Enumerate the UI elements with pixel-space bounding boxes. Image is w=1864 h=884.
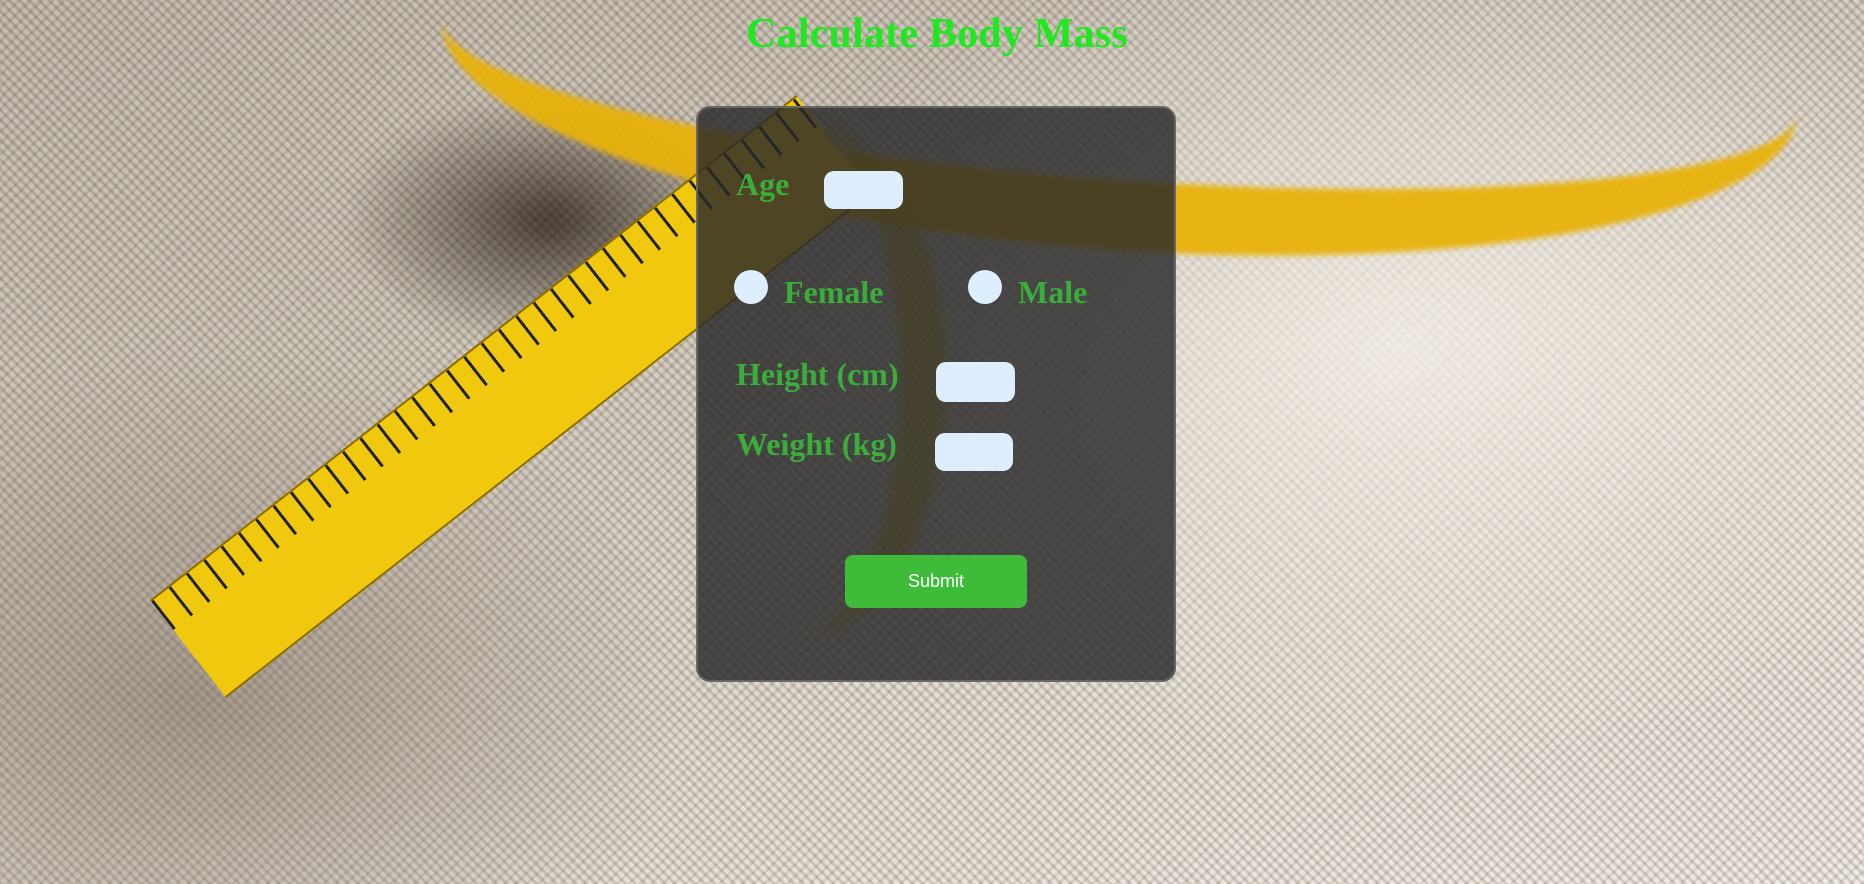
female-label: Female — [784, 274, 884, 310]
height-label: Height (cm) — [736, 356, 899, 392]
male-label: Male — [1018, 274, 1088, 310]
height-input[interactable] — [936, 362, 1015, 402]
weight-label: Weight (kg) — [736, 426, 897, 462]
submit-button[interactable]: Submit — [845, 555, 1027, 608]
male-radio[interactable] — [968, 270, 1002, 304]
age-label: Age — [736, 166, 790, 202]
body-mass-form: Age Female Male Height (cm) Weight (kg) … — [696, 106, 1176, 682]
female-radio[interactable] — [734, 270, 768, 304]
weight-input[interactable] — [935, 433, 1013, 471]
age-input[interactable] — [824, 171, 903, 209]
page-title: Calculate Body Mass — [746, 11, 1128, 57]
